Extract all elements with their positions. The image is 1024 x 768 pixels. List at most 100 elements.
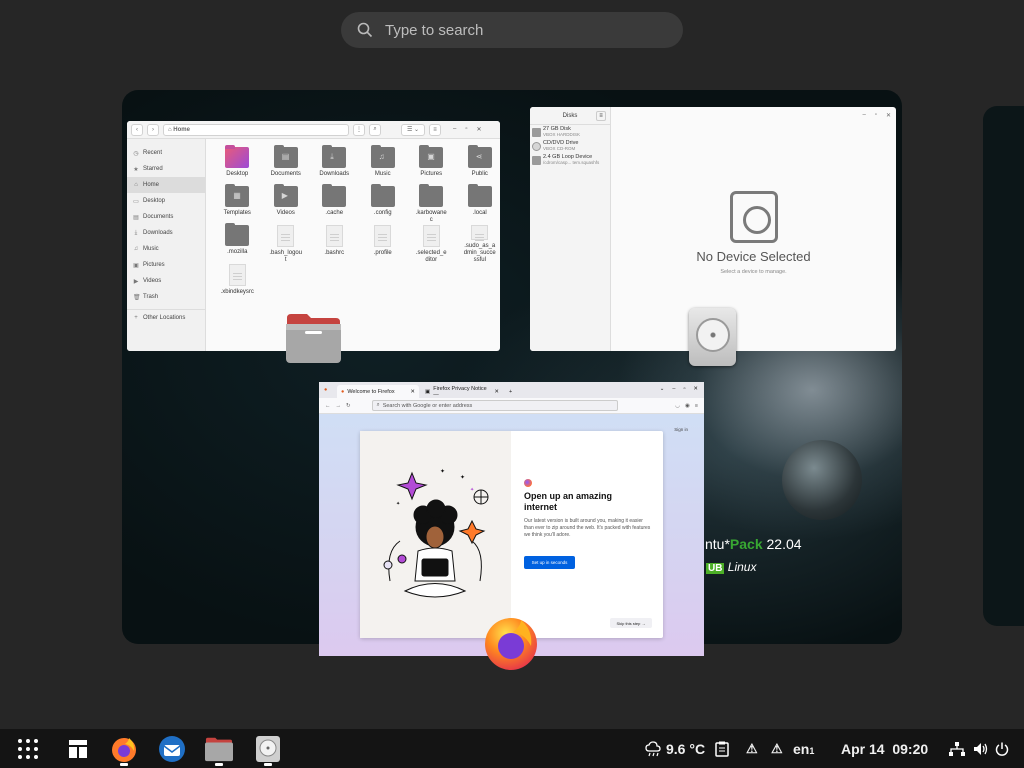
list-tabs-icon[interactable]: ⌄ <box>660 386 665 392</box>
tab-privacy[interactable]: ▣ Firefox Privacy Notice — ✕ <box>421 385 503 398</box>
sign-in-link[interactable]: Sign in <box>674 427 688 432</box>
tab-welcome[interactable]: ● Welcome to Firefox ✕ <box>337 385 419 398</box>
close-tab-icon[interactable]: ✕ <box>494 389 499 395</box>
files-icon[interactable] <box>205 735 233 766</box>
folder-item[interactable]: Desktop <box>213 145 262 186</box>
account-icon[interactable]: ◉ <box>685 403 690 409</box>
files-app-icon[interactable] <box>285 312 342 364</box>
maximize-button[interactable]: ▫ <box>683 386 685 392</box>
folder-item[interactable]: .karbowanec <box>407 184 456 225</box>
device-item[interactable]: 27 GB Disk VBOX HARDDISK <box>530 125 610 139</box>
file-item[interactable]: .xbindkeysrc <box>213 264 262 303</box>
maximize-button[interactable]: ▫ <box>465 126 467 133</box>
folder-item[interactable]: ⤓ Downloads <box>310 145 359 186</box>
layout-icon[interactable] <box>64 735 92 763</box>
new-tab-icon[interactable]: + <box>509 389 512 395</box>
url-bar[interactable]: ⌕ Search with Google or enter address <box>371 400 618 411</box>
disks-sidebar: Disks ≡ 27 GB Disk VBOX HARDDISK CD/DVD Dri… <box>530 107 611 351</box>
path-bar[interactable]: ⌂ Home <box>163 123 349 136</box>
device-subtitle: VBOX CD-ROM <box>543 146 576 151</box>
folder-item[interactable]: .cache <box>310 184 359 225</box>
file-item[interactable]: .selected_editor <box>407 225 456 264</box>
menu-button[interactable]: ≡ <box>429 123 441 136</box>
maximize-button[interactable]: ▫ <box>875 112 877 119</box>
files-sidebar: ◷ Recent ★ Starred ⌂ Home ▭ Desktop ▤ Documents ⤓ D… <box>127 139 206 351</box>
svg-text:✦: ✦ <box>470 487 474 493</box>
minimize-button[interactable]: – <box>862 112 865 119</box>
person-with-laptop-illustration: ✦ ✦ ✦ ✦ <box>383 468 489 598</box>
search-bar[interactable] <box>341 12 683 48</box>
network-icon[interactable] <box>948 729 966 768</box>
menu-icon[interactable]: ≡ <box>695 403 698 409</box>
close-tab-icon[interactable]: ✕ <box>410 389 415 395</box>
back-button[interactable]: ‹ <box>131 123 143 136</box>
device-item[interactable]: 2.4 GB Loop Device/cdrom/casp... tem.squ… <box>530 153 610 167</box>
folder-item[interactable]: .config <box>359 184 408 225</box>
sidebar-item-trash[interactable]: 🗑 Trash <box>127 289 205 305</box>
keyboard-layout-indicator[interactable]: en 1 <box>793 729 814 768</box>
disks-app-icon[interactable] <box>689 308 736 366</box>
back-icon[interactable]: ← <box>325 403 331 409</box>
file-item[interactable]: .profile <box>359 225 408 264</box>
warning-icon[interactable]: ⚠ <box>746 729 758 768</box>
setup-button[interactable]: Set up in seconds <box>524 556 575 569</box>
folder-item[interactable]: ▤ Documents <box>262 145 311 186</box>
file-item[interactable]: .bashrc <box>310 225 359 264</box>
show-apps-icon[interactable] <box>14 735 42 763</box>
sidebar-item-desktop[interactable]: ▭ Desktop <box>127 193 205 209</box>
search-button[interactable]: ⌕ <box>369 123 381 136</box>
view-toggle-button[interactable]: ☰ ⌄ <box>401 123 425 136</box>
thunderbird-icon[interactable] <box>158 735 186 763</box>
onboarding-card: ✦ ✦ ✦ ✦ Open up an amazing internet Our la… <box>360 431 663 638</box>
clipboard-icon[interactable] <box>715 729 729 768</box>
device-subtitle: /cdrom/casp... tem.squashfs <box>543 160 600 165</box>
sidebar-item-videos[interactable]: ▶ Videos <box>127 273 205 289</box>
warning-icon-2[interactable]: ⚠ <box>771 729 783 768</box>
menu-button[interactable]: ≡ <box>596 111 606 121</box>
pocket-icon[interactable]: ◡ <box>675 403 680 409</box>
folder-icon: ▣ <box>419 145 444 168</box>
sidebar-item-other-locations[interactable]: + Other Locations <box>127 309 205 325</box>
forward-button[interactable]: › <box>147 123 159 136</box>
disks-icon[interactable] <box>254 735 282 766</box>
folder-item[interactable]: ♫ Music <box>359 145 408 186</box>
folder-item[interactable]: ▶ Videos <box>262 184 311 225</box>
firefox-icon[interactable] <box>110 735 138 766</box>
sidebar-item-downloads[interactable]: ⤓ Downloads <box>127 225 205 241</box>
minimize-button[interactable]: – <box>672 386 675 392</box>
sidebar-item-documents[interactable]: ▤ Documents <box>127 209 205 225</box>
sidebar-item-recent[interactable]: ◷ Recent <box>127 145 205 161</box>
file-item[interactable]: .bash_logout <box>262 225 311 264</box>
close-button[interactable]: ✕ <box>476 126 481 133</box>
minimize-button[interactable]: – <box>453 126 456 133</box>
close-button[interactable]: ✕ <box>886 112 891 119</box>
close-button[interactable]: ✕ <box>693 386 698 392</box>
more-button[interactable]: ⋮ <box>353 123 365 136</box>
folder-item[interactable]: .mozilla <box>213 223 262 264</box>
sidebar-item-home[interactable]: ⌂ Home <box>127 177 205 193</box>
device-subtitle: VBOX HARDDISK <box>543 132 581 137</box>
clock[interactable]: Apr 14 09:20 <box>841 729 928 768</box>
weather-indicator[interactable]: 9.6 °C <box>645 729 705 768</box>
volume-icon[interactable] <box>973 729 989 768</box>
folder-item[interactable]: ▣ Pictures <box>407 145 456 186</box>
power-icon[interactable] <box>995 729 1009 768</box>
forward-icon[interactable]: → <box>336 403 342 409</box>
item-label: Videos <box>276 210 295 216</box>
firefox-app-icon[interactable] <box>481 612 541 672</box>
sidebar-item-music[interactable]: ♫ Music <box>127 241 205 257</box>
search-icon <box>357 22 373 38</box>
sidebar-item-starred[interactable]: ★ Starred <box>127 161 205 177</box>
skip-button[interactable]: Skip this step → <box>610 618 652 628</box>
plus-icon: + <box>134 314 138 321</box>
folder-item[interactable]: ⋖ Public <box>456 145 501 186</box>
folder-item[interactable]: ▦ Templates <box>213 184 262 225</box>
firefox-view-icon[interactable]: ● <box>324 387 327 393</box>
next-workspace-thumbnail[interactable] <box>983 106 1024 626</box>
file-item[interactable]: .sudo_as_admin_successful <box>456 225 501 264</box>
sidebar-item-pictures[interactable]: ▣ Pictures <box>127 257 205 273</box>
folder-item[interactable]: .local <box>456 184 501 225</box>
device-item[interactable]: CD/DVD Drive VBOX CD-ROM <box>530 139 610 153</box>
search-input[interactable] <box>385 21 645 39</box>
reload-icon[interactable]: ↻ <box>346 403 351 409</box>
